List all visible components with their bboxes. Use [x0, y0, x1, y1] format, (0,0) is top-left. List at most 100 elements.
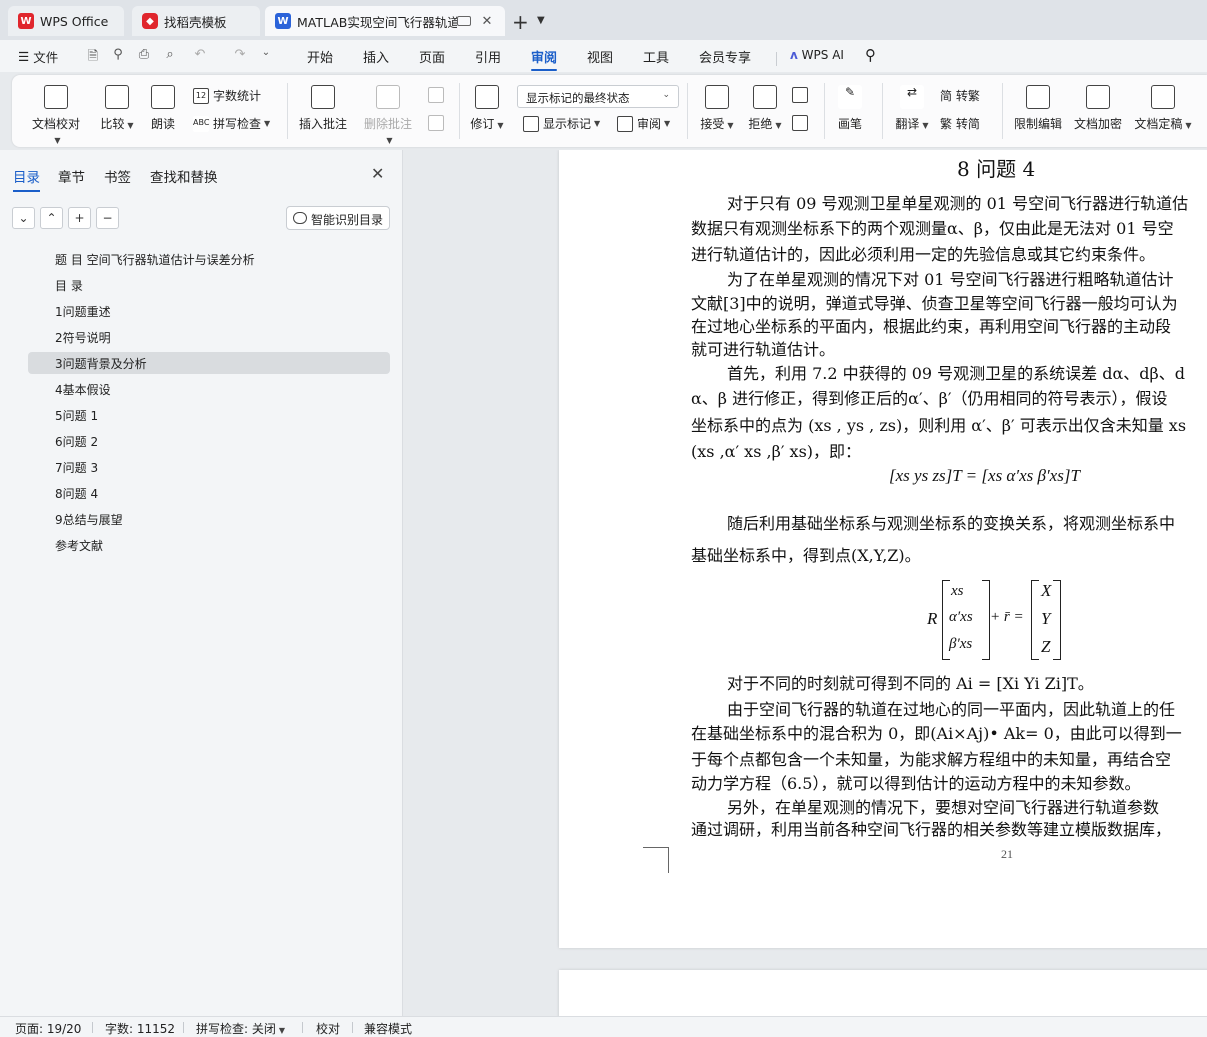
menu-tools[interactable]: 工具 — [643, 47, 669, 66]
pen-button[interactable]: ✎ 画笔 — [834, 85, 866, 132]
document-page-next[interactable] — [559, 970, 1207, 1016]
doc-line: 就可进行轨道估计。 — [691, 340, 836, 359]
toc-item[interactable]: 1问题重述 — [28, 300, 390, 322]
plus-icon[interactable]: + — [68, 207, 91, 229]
navigation-pane: 目录 章节 书签 查找和替换 ✕ ⌄ ⌃ + − 智能识别目录 题 目 空间飞行… — [0, 150, 403, 1016]
wps-ai-button[interactable]: ʌ WPS AI — [790, 48, 844, 62]
finalize-button[interactable]: 文档定稿 ▼ — [1132, 85, 1194, 132]
menu-insert[interactable]: 插入 — [363, 47, 389, 66]
chevron-up-icon[interactable]: ⌃ — [40, 207, 63, 229]
translate-button[interactable]: ⇄ 翻译 ▼ — [892, 85, 932, 132]
next-change-icon[interactable] — [792, 115, 812, 131]
monitor-icon[interactable] — [457, 16, 471, 26]
menu-page[interactable]: 页面 — [419, 47, 445, 66]
print-icon[interactable]: ⎙ — [136, 47, 152, 63]
proof-status[interactable]: 校对 — [316, 1020, 340, 1037]
spell-check-status[interactable]: 拼写检查: 关闭 ▼ — [196, 1020, 285, 1037]
chevron-down-icon[interactable]: ⌄ — [258, 47, 274, 63]
toc-item[interactable]: 8问题 4 — [28, 482, 390, 504]
toc-item[interactable]: 9总结与展望 — [28, 508, 390, 530]
compare-icon — [105, 85, 129, 109]
show-markup-button[interactable]: 显示标记 ▼ — [523, 115, 600, 132]
toc-item[interactable]: 6问题 2 — [28, 430, 390, 452]
compare-button[interactable]: 比较 ▼ — [98, 85, 136, 132]
toc-item[interactable]: 7问题 3 — [28, 456, 390, 478]
share-icon[interactable]: ⚲ — [110, 47, 126, 63]
tab-wps-office[interactable]: W WPS Office — [8, 6, 124, 36]
save-icon[interactable]: 🗎 — [85, 47, 101, 64]
document-page[interactable]: 8 问题 4 对于只有 09 号观测卫星单星观测的 01 号空间飞行器进行轨道估… — [559, 150, 1207, 948]
insert-comment-label: 插入批注 — [298, 117, 347, 131]
tab-chapters[interactable]: 章节 — [58, 166, 85, 186]
print-preview-icon[interactable]: ⌕ — [162, 47, 178, 63]
review-pane-button[interactable]: 审阅 ▼ — [617, 115, 670, 132]
file-menu[interactable]: ☰ 文件 — [18, 47, 58, 66]
proofread-button[interactable]: 文档校对▼ — [28, 85, 84, 146]
delete-comment-label: 删除批注 — [363, 117, 412, 131]
prev-comment-icon[interactable] — [428, 87, 448, 103]
toc-item[interactable]: 目 录 — [28, 274, 390, 296]
search-icon[interactable]: ⚲ — [865, 46, 876, 64]
tab-label: WPS Office — [40, 13, 109, 29]
page-number: 21 — [1001, 847, 1013, 861]
track-changes-button[interactable]: 修订 ▼ — [468, 85, 506, 132]
accept-label: 接受 — [700, 117, 725, 131]
toc-item[interactable]: 2符号说明 — [28, 326, 390, 348]
reject-button[interactable]: 拒绝 ▼ — [746, 85, 784, 132]
prev-change-icon[interactable] — [792, 87, 812, 103]
display-mode-select[interactable]: 显示标记的最终状态 ⌄ — [517, 85, 679, 108]
redo-icon[interactable]: ↷ — [232, 47, 248, 63]
tab-bookmarks[interactable]: 书签 — [104, 166, 131, 186]
ribbon-divider — [687, 83, 688, 139]
menu-member[interactable]: 会员专享 — [699, 47, 751, 66]
tab-label: MATLAB实现空间飞行器轨道估 — [297, 14, 457, 30]
track-changes-icon — [475, 85, 499, 109]
read-aloud-button[interactable]: 朗读 — [148, 85, 178, 132]
word-count-indicator[interactable]: 字数: 11152 — [105, 1020, 175, 1037]
chevron-down-icon[interactable]: ⌄ — [12, 207, 35, 229]
toc-item[interactable]: 5问题 1 — [28, 404, 390, 426]
new-tab-plus-icon[interactable]: + — [512, 10, 529, 34]
toc-item[interactable]: 参考文献 — [28, 534, 390, 556]
right-bracket — [982, 580, 990, 660]
close-icon[interactable]: ✕ — [371, 164, 384, 183]
writer-icon: W — [275, 13, 291, 29]
smart-toc-button[interactable]: 智能识别目录 — [286, 206, 390, 230]
tab-find-replace[interactable]: 查找和替换 — [150, 166, 218, 186]
insert-comment-button[interactable]: 插入批注 — [298, 85, 348, 132]
wps-ai-label: WPS AI — [801, 48, 844, 62]
smart-toc-label: 智能识别目录 — [311, 213, 384, 227]
toc-item[interactable]: 4基本假设 — [28, 378, 390, 400]
word-count-button[interactable]: 12 字数统计 — [193, 87, 261, 104]
chevron-down-icon[interactable]: ▼ — [537, 15, 545, 26]
file-menu-label: 文件 — [33, 50, 59, 65]
toc-item[interactable]: 题 目 空间飞行器轨道估计与误差分析 — [28, 248, 390, 270]
status-divider — [302, 1022, 303, 1033]
to-traditional-button[interactable]: 简 转繁 — [940, 87, 980, 104]
next-comment-icon[interactable] — [428, 115, 448, 131]
finalize-doc-icon — [1151, 85, 1175, 109]
menu-review[interactable]: 审阅 — [531, 47, 558, 71]
reject-label: 拒绝 — [748, 117, 773, 131]
doc-line: 动力学方程（6.5），就可以得到估计的运动方程中的未知参数。 — [691, 774, 1141, 793]
tab-docer-templates[interactable]: ◆ 找稻壳模板 — [132, 6, 260, 36]
tab-toc[interactable]: 目录 — [13, 166, 40, 192]
menu-home[interactable]: 开始 — [307, 47, 333, 66]
spell-check-button[interactable]: ABC 拼写检查 ▼ — [193, 115, 270, 132]
review-pane-icon — [617, 115, 633, 132]
page-indicator[interactable]: 页面: 19/20 — [15, 1020, 81, 1037]
ribbon-divider — [1002, 83, 1003, 139]
restrict-edit-button[interactable]: 限制编辑 — [1012, 85, 1064, 132]
undo-icon[interactable]: ↶ — [192, 47, 208, 63]
minus-icon[interactable]: − — [96, 207, 119, 229]
to-simplified-button[interactable]: 繁 转简 — [940, 115, 980, 132]
tab-active-document[interactable]: W MATLAB实现空间飞行器轨道估 ✕ — [265, 6, 505, 36]
toc-item-selected[interactable]: 3问题背景及分析 — [28, 352, 390, 374]
delete-comment-button[interactable]: 删除批注▼ — [360, 85, 416, 146]
close-icon[interactable]: ✕ — [479, 14, 495, 29]
document-area[interactable]: 8 问题 4 对于只有 09 号观测卫星单星观测的 01 号空间飞行器进行轨道估… — [404, 150, 1207, 1016]
accept-button[interactable]: 接受 ▼ — [698, 85, 736, 132]
menu-view[interactable]: 视图 — [587, 47, 613, 66]
encrypt-button[interactable]: 文档加密 — [1072, 85, 1124, 132]
menu-references[interactable]: 引用 — [475, 47, 501, 66]
